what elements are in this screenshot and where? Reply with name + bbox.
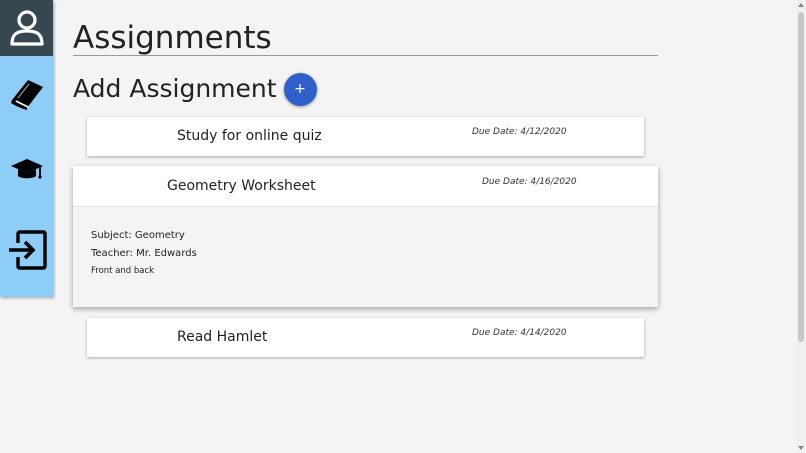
assignment-card-header: Study for online quiz Due Date: 4/12/202… (87, 117, 644, 156)
assignment-title: Geometry Worksheet (167, 178, 316, 194)
assignment-due-date: Due Date: 4/14/2020 (472, 328, 567, 338)
assignment-due-date: Due Date: 4/12/2020 (472, 127, 567, 137)
assignment-due-date: Due Date: 4/16/2020 (482, 177, 577, 187)
user-icon (9, 10, 44, 46)
assignment-card-header: Read Hamlet Due Date: 4/14/2020 (87, 318, 644, 357)
assignment-card[interactable]: Study for online quiz Due Date: 4/12/202… (87, 117, 644, 156)
graduation-cap-icon (10, 159, 43, 179)
assignment-teacher: Teacher: Mr. Edwards (91, 248, 197, 259)
assignment-card-header: Geometry Worksheet Due Date: 4/16/2020 (73, 166, 658, 207)
sidebar-item-assignments[interactable] (0, 66, 53, 120)
sidebar-item-grades[interactable] (0, 148, 53, 192)
scrollbar-thumb[interactable] (798, 12, 804, 342)
book-icon (10, 80, 43, 110)
sidebar-item-profile[interactable] (0, 0, 53, 56)
assignment-card-expanded[interactable]: Geometry Worksheet Due Date: 4/16/2020 S… (73, 166, 658, 307)
assignment-title: Study for online quiz (177, 128, 322, 144)
assignment-notes: Front and back (91, 266, 155, 276)
logout-icon (8, 230, 47, 270)
sidebar-item-logout[interactable] (0, 222, 53, 278)
assignment-card[interactable]: Read Hamlet Due Date: 4/14/2020 (87, 318, 644, 357)
scroll-down-arrow-icon[interactable] (798, 446, 804, 450)
add-assignment-button[interactable]: + (283, 72, 317, 106)
add-assignment-label: Add Assignment (73, 74, 277, 103)
sidebar (0, 0, 53, 297)
page-title: Assignments (73, 20, 658, 56)
scroll-up-arrow-icon[interactable] (798, 3, 804, 7)
add-assignment-row: Add Assignment + (73, 72, 317, 106)
assignment-subject: Subject: Geometry (91, 230, 185, 241)
assignment-title: Read Hamlet (177, 329, 268, 345)
assignment-details: Subject: Geometry Teacher: Mr. Edwards F… (91, 229, 197, 283)
vertical-scrollbar[interactable] (796, 0, 806, 453)
